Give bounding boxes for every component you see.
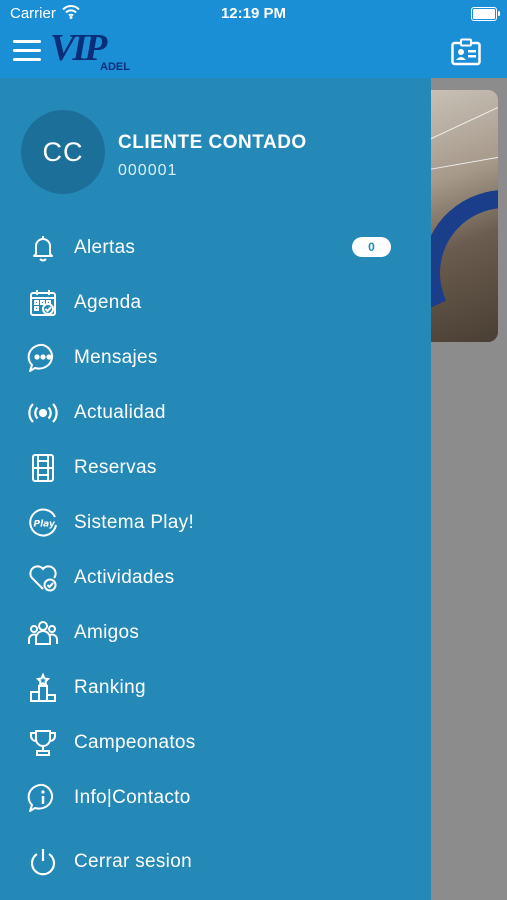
menu-item-reservas[interactable]: Reservas [0, 440, 431, 495]
menu-item-info-contacto[interactable]: Info|Contacto [0, 770, 431, 825]
avatar[interactable]: CC [21, 110, 105, 194]
menu-item-label: Actividades [74, 566, 175, 588]
bell-icon [27, 232, 59, 264]
app-logo: VIP ADEL [50, 27, 132, 76]
calendar-check-icon [27, 287, 59, 319]
id-card-icon[interactable] [451, 38, 481, 66]
menu-item-agenda[interactable]: Agenda [0, 275, 431, 330]
menu-item-ranking[interactable]: Ranking [0, 660, 431, 715]
menu-item-label: Alertas [74, 236, 136, 258]
power-icon [27, 846, 59, 878]
friends-icon [27, 617, 59, 649]
menu-item-actividades[interactable]: Actividades [0, 550, 431, 605]
app-header: VIP ADEL [0, 27, 507, 78]
podium-icon [27, 672, 59, 704]
menu-item-label: Agenda [74, 291, 142, 313]
menu-item-actualidad[interactable]: Actualidad [0, 385, 431, 440]
menu-toggle-button[interactable] [13, 40, 41, 62]
svg-text:Play: Play [34, 520, 56, 530]
menu-item-sistema-play[interactable]: Play Sistema Play! [0, 495, 431, 550]
heart-check-icon [27, 562, 59, 594]
menu-item-label: Reservas [74, 456, 157, 478]
side-drawer: CC CLIENTE CONTADO 000001 Alertas 0 Agen… [0, 78, 431, 900]
trophy-icon [27, 727, 59, 759]
menu-item-amigos[interactable]: Amigos [0, 605, 431, 660]
profile-id: 000001 [118, 162, 178, 179]
menu-item-alertas[interactable]: Alertas 0 [0, 220, 431, 275]
alerts-count-badge: 0 [352, 237, 391, 257]
menu-item-label: Amigos [74, 621, 140, 643]
logo-sub-text: ADEL [100, 61, 130, 73]
profile-name: CLIENTE CONTADO [118, 132, 307, 153]
play-badge-icon: Play [27, 507, 59, 539]
battery-icon [471, 7, 500, 21]
menu-item-label: Info|Contacto [74, 786, 191, 808]
logout-label: Cerrar sesion [74, 850, 192, 872]
menu-item-mensajes[interactable]: Mensajes [0, 330, 431, 385]
menu-item-label: Actualidad [74, 401, 166, 423]
status-time: 12:19 PM [220, 5, 287, 22]
menu-item-label: Mensajes [74, 346, 158, 368]
chat-bubble-icon [27, 342, 59, 374]
background-photo-card [420, 90, 498, 342]
logout-button[interactable]: Cerrar sesion [0, 834, 431, 889]
profile-header[interactable]: CC CLIENTE CONTADO 000001 [0, 78, 431, 208]
logo-main-text: VIP [50, 27, 107, 69]
broadcast-icon [27, 397, 59, 429]
info-icon [27, 782, 59, 814]
drawer-menu: Alertas 0 Agenda Mensajes Actualidad Res… [0, 220, 431, 889]
court-icon [27, 452, 59, 484]
status-bar: Carrier 12:19 PM [0, 0, 507, 28]
menu-item-campeonatos[interactable]: Campeonatos [0, 715, 431, 770]
menu-item-label: Campeonatos [74, 731, 196, 753]
menu-item-label: Ranking [74, 676, 146, 698]
menu-item-label: Sistema Play! [74, 511, 195, 533]
